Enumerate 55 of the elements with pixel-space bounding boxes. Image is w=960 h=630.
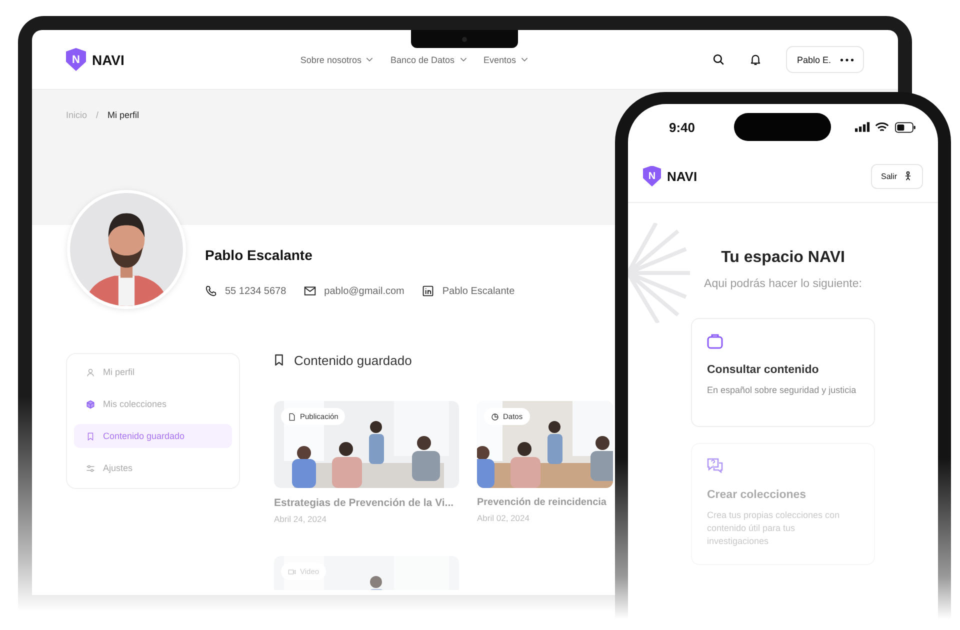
- status-time: 9:40: [669, 120, 696, 134]
- sidebar-item[interactable]: Mi perfil: [74, 360, 232, 384]
- breadcrumb-link[interactable]: /: [96, 110, 99, 120]
- logo-badge: N: [643, 166, 661, 186]
- logout-button[interactable]: Salir: [870, 164, 923, 188]
- nav-dropdown[interactable]: Eventos: [484, 54, 528, 64]
- sliders-icon: [86, 464, 95, 472]
- nav-dropdown[interactable]: Banco de Datos: [390, 54, 467, 64]
- logo-badge: N: [66, 48, 86, 71]
- breadcrumb-link[interactable]: Inicio: [66, 110, 88, 120]
- card-title[interactable]: Estrategias de Prevención de la Vi...: [274, 497, 459, 509]
- chat-question-icon: [707, 458, 723, 474]
- phone-icon: [205, 285, 217, 297]
- mail-icon: [304, 285, 316, 297]
- bell-icon[interactable]: [748, 53, 762, 66]
- section-title: Contenido guardado: [294, 353, 412, 368]
- chevron-down-icon: [366, 57, 374, 62]
- intro-subtitle: Aqui podrás hacer lo siguiente:: [704, 278, 862, 290]
- signal-icon: [855, 122, 870, 132]
- more-icon: [840, 58, 854, 62]
- user-menu-button[interactable]: Pablo E.: [786, 46, 864, 73]
- bag-icon: [707, 333, 723, 349]
- wifi-icon: [875, 122, 889, 132]
- chevron-down-icon: [521, 57, 528, 62]
- feature-title: Crear colecciones: [707, 489, 808, 501]
- battery-icon: [895, 122, 916, 132]
- cube-icon: [86, 400, 95, 408]
- bookmark-icon: [274, 354, 284, 366]
- sidebar-item[interactable]: Ajustes: [74, 456, 232, 480]
- document-icon: [288, 412, 296, 420]
- search-icon[interactable]: [712, 53, 725, 66]
- logo-text[interactable]: NAVI: [92, 52, 124, 68]
- logo-text[interactable]: NAVI: [667, 168, 698, 184]
- pie-chart-icon: [491, 412, 499, 420]
- linkedin-text: Pablo Escalante: [442, 286, 515, 296]
- feature-title: Consultar contenido: [707, 364, 820, 376]
- video-camera-icon: [288, 568, 296, 576]
- profile-name: Pablo Escalante: [205, 247, 314, 263]
- phone-text: 55 1234 5678: [225, 286, 286, 296]
- sidebar-item[interactable]: Mis colecciones: [74, 392, 232, 416]
- person-icon: [903, 171, 913, 181]
- feature-card[interactable]: Consultar contenido En español sobre seguridad y justicia: [691, 318, 875, 427]
- linkedin-icon: [422, 285, 434, 297]
- card-date: Abril 24, 2024: [274, 514, 328, 524]
- feature-description: En español sobre seguridad y justicia: [707, 384, 858, 397]
- card-date: Abril 02, 2024: [477, 513, 530, 523]
- card-title[interactable]: Prevención de reincidencia: [477, 497, 613, 508]
- email-text: pablo@gmail.com: [324, 286, 404, 296]
- chevron-down-icon: [460, 57, 467, 62]
- sidebar-item[interactable]: Contenido guardado: [74, 424, 232, 448]
- intro-title: Tu espacio NAVI: [721, 249, 845, 267]
- nav-dropdown[interactable]: Sobre nosotros: [300, 54, 374, 64]
- user-icon: [86, 368, 95, 376]
- bookmark-icon: [86, 432, 95, 440]
- breadcrumb-current: Mi perfil: [108, 110, 140, 120]
